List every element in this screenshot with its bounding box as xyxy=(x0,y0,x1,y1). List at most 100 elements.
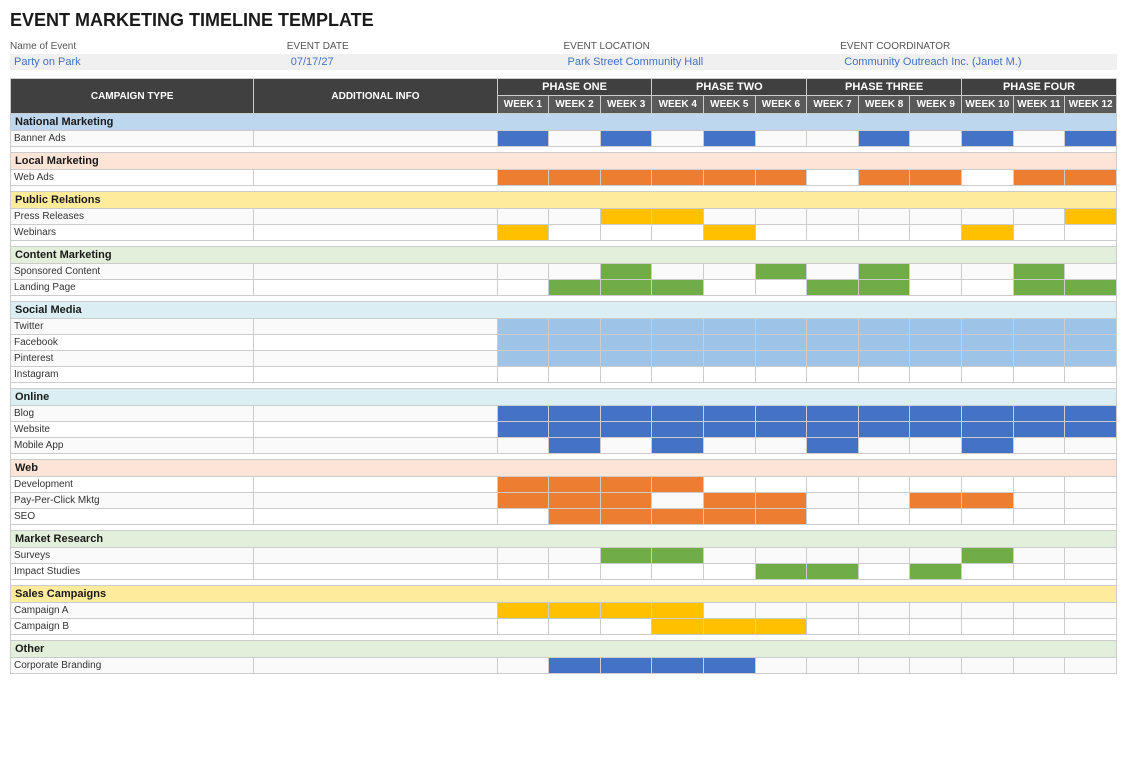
event-name-field: Name of Event Party on Park xyxy=(10,41,287,70)
week-cell-10 xyxy=(1013,170,1065,186)
week-2-header: WEEK 2 xyxy=(549,96,601,114)
week-cell-7 xyxy=(858,280,910,296)
week-cell-11 xyxy=(1065,264,1117,280)
row-addinfo xyxy=(254,367,497,383)
row-addinfo xyxy=(254,619,497,635)
week-cell-11 xyxy=(1065,209,1117,225)
week-cell-4 xyxy=(704,658,756,674)
week-cell-7 xyxy=(858,493,910,509)
week-cell-5 xyxy=(755,509,807,525)
row-addinfo xyxy=(254,335,497,351)
week-cell-11 xyxy=(1065,225,1117,241)
category-row-4: Social Media xyxy=(11,302,1117,319)
week-cell-1 xyxy=(549,131,601,147)
table-row: Surveys xyxy=(11,548,1117,564)
week-cell-6 xyxy=(807,603,859,619)
row-addinfo xyxy=(254,264,497,280)
week-cell-2 xyxy=(600,170,652,186)
category-label-9: Other xyxy=(11,641,1117,658)
week-cell-8 xyxy=(910,493,962,509)
phase-one-header: PHASE ONE xyxy=(497,79,652,96)
row-label: Instagram xyxy=(11,367,254,383)
week-cell-1 xyxy=(549,406,601,422)
week-cell-1 xyxy=(549,422,601,438)
category-label-6: Web xyxy=(11,460,1117,477)
week-cell-3 xyxy=(652,225,704,241)
week-cell-3 xyxy=(652,131,704,147)
week-cell-8 xyxy=(910,170,962,186)
week-cell-0 xyxy=(497,280,549,296)
week-cell-6 xyxy=(807,477,859,493)
table-row: Website xyxy=(11,422,1117,438)
week-cell-3 xyxy=(652,209,704,225)
category-row-7: Market Research xyxy=(11,531,1117,548)
week-cell-3 xyxy=(652,319,704,335)
week-cell-0 xyxy=(497,406,549,422)
week-cell-10 xyxy=(1013,209,1065,225)
week-cell-11 xyxy=(1065,422,1117,438)
week-cell-2 xyxy=(600,225,652,241)
category-row-1: Local Marketing xyxy=(11,153,1117,170)
category-label-3: Content Marketing xyxy=(11,247,1117,264)
week-cell-2 xyxy=(600,209,652,225)
row-addinfo xyxy=(254,209,497,225)
week-cell-10 xyxy=(1013,406,1065,422)
week-cell-1 xyxy=(549,619,601,635)
week-7-header: WEEK 7 xyxy=(807,96,859,114)
week-cell-11 xyxy=(1065,548,1117,564)
table-row: Facebook xyxy=(11,335,1117,351)
week-cell-10 xyxy=(1013,658,1065,674)
week-cell-7 xyxy=(858,264,910,280)
week-cell-9 xyxy=(962,422,1014,438)
week-cell-10 xyxy=(1013,225,1065,241)
week-cell-0 xyxy=(497,438,549,454)
event-name-label: Name of Event xyxy=(10,41,287,52)
week-cell-11 xyxy=(1065,335,1117,351)
week-cell-4 xyxy=(704,367,756,383)
week-cell-3 xyxy=(652,603,704,619)
event-coordinator-value: Community Outreach Inc. (Janet M.) xyxy=(840,54,1117,70)
week-cell-2 xyxy=(600,509,652,525)
week-cell-8 xyxy=(910,319,962,335)
week-cell-10 xyxy=(1013,619,1065,635)
week-cell-6 xyxy=(807,658,859,674)
phase-four-header: PHASE FOUR xyxy=(962,79,1117,96)
category-label-1: Local Marketing xyxy=(11,153,1117,170)
row-label: Pay-Per-Click Mktg xyxy=(11,493,254,509)
week-cell-10 xyxy=(1013,603,1065,619)
week-cell-7 xyxy=(858,477,910,493)
week-cell-2 xyxy=(600,406,652,422)
week-cell-5 xyxy=(755,438,807,454)
week-cell-5 xyxy=(755,493,807,509)
week-cell-8 xyxy=(910,131,962,147)
week-cell-2 xyxy=(600,131,652,147)
week-cell-4 xyxy=(704,225,756,241)
week-cell-1 xyxy=(549,509,601,525)
week-3-header: WEEK 3 xyxy=(600,96,652,114)
row-addinfo xyxy=(254,319,497,335)
week-cell-3 xyxy=(652,658,704,674)
week-cell-4 xyxy=(704,209,756,225)
row-label: Web Ads xyxy=(11,170,254,186)
week-cell-1 xyxy=(549,548,601,564)
week-cell-0 xyxy=(497,351,549,367)
week-cell-7 xyxy=(858,619,910,635)
week-cell-1 xyxy=(549,280,601,296)
week-cell-11 xyxy=(1065,619,1117,635)
week-cell-10 xyxy=(1013,548,1065,564)
week-cell-6 xyxy=(807,422,859,438)
week-cell-4 xyxy=(704,509,756,525)
week-cell-0 xyxy=(497,209,549,225)
week-cell-8 xyxy=(910,335,962,351)
category-row-9: Other xyxy=(11,641,1117,658)
week-cell-10 xyxy=(1013,319,1065,335)
week-cell-11 xyxy=(1065,603,1117,619)
week-cell-8 xyxy=(910,619,962,635)
week-cell-6 xyxy=(807,280,859,296)
week-cell-10 xyxy=(1013,438,1065,454)
week-cell-4 xyxy=(704,422,756,438)
week-cell-9 xyxy=(962,264,1014,280)
row-addinfo xyxy=(254,548,497,564)
week-cell-1 xyxy=(549,209,601,225)
week-cell-7 xyxy=(858,406,910,422)
